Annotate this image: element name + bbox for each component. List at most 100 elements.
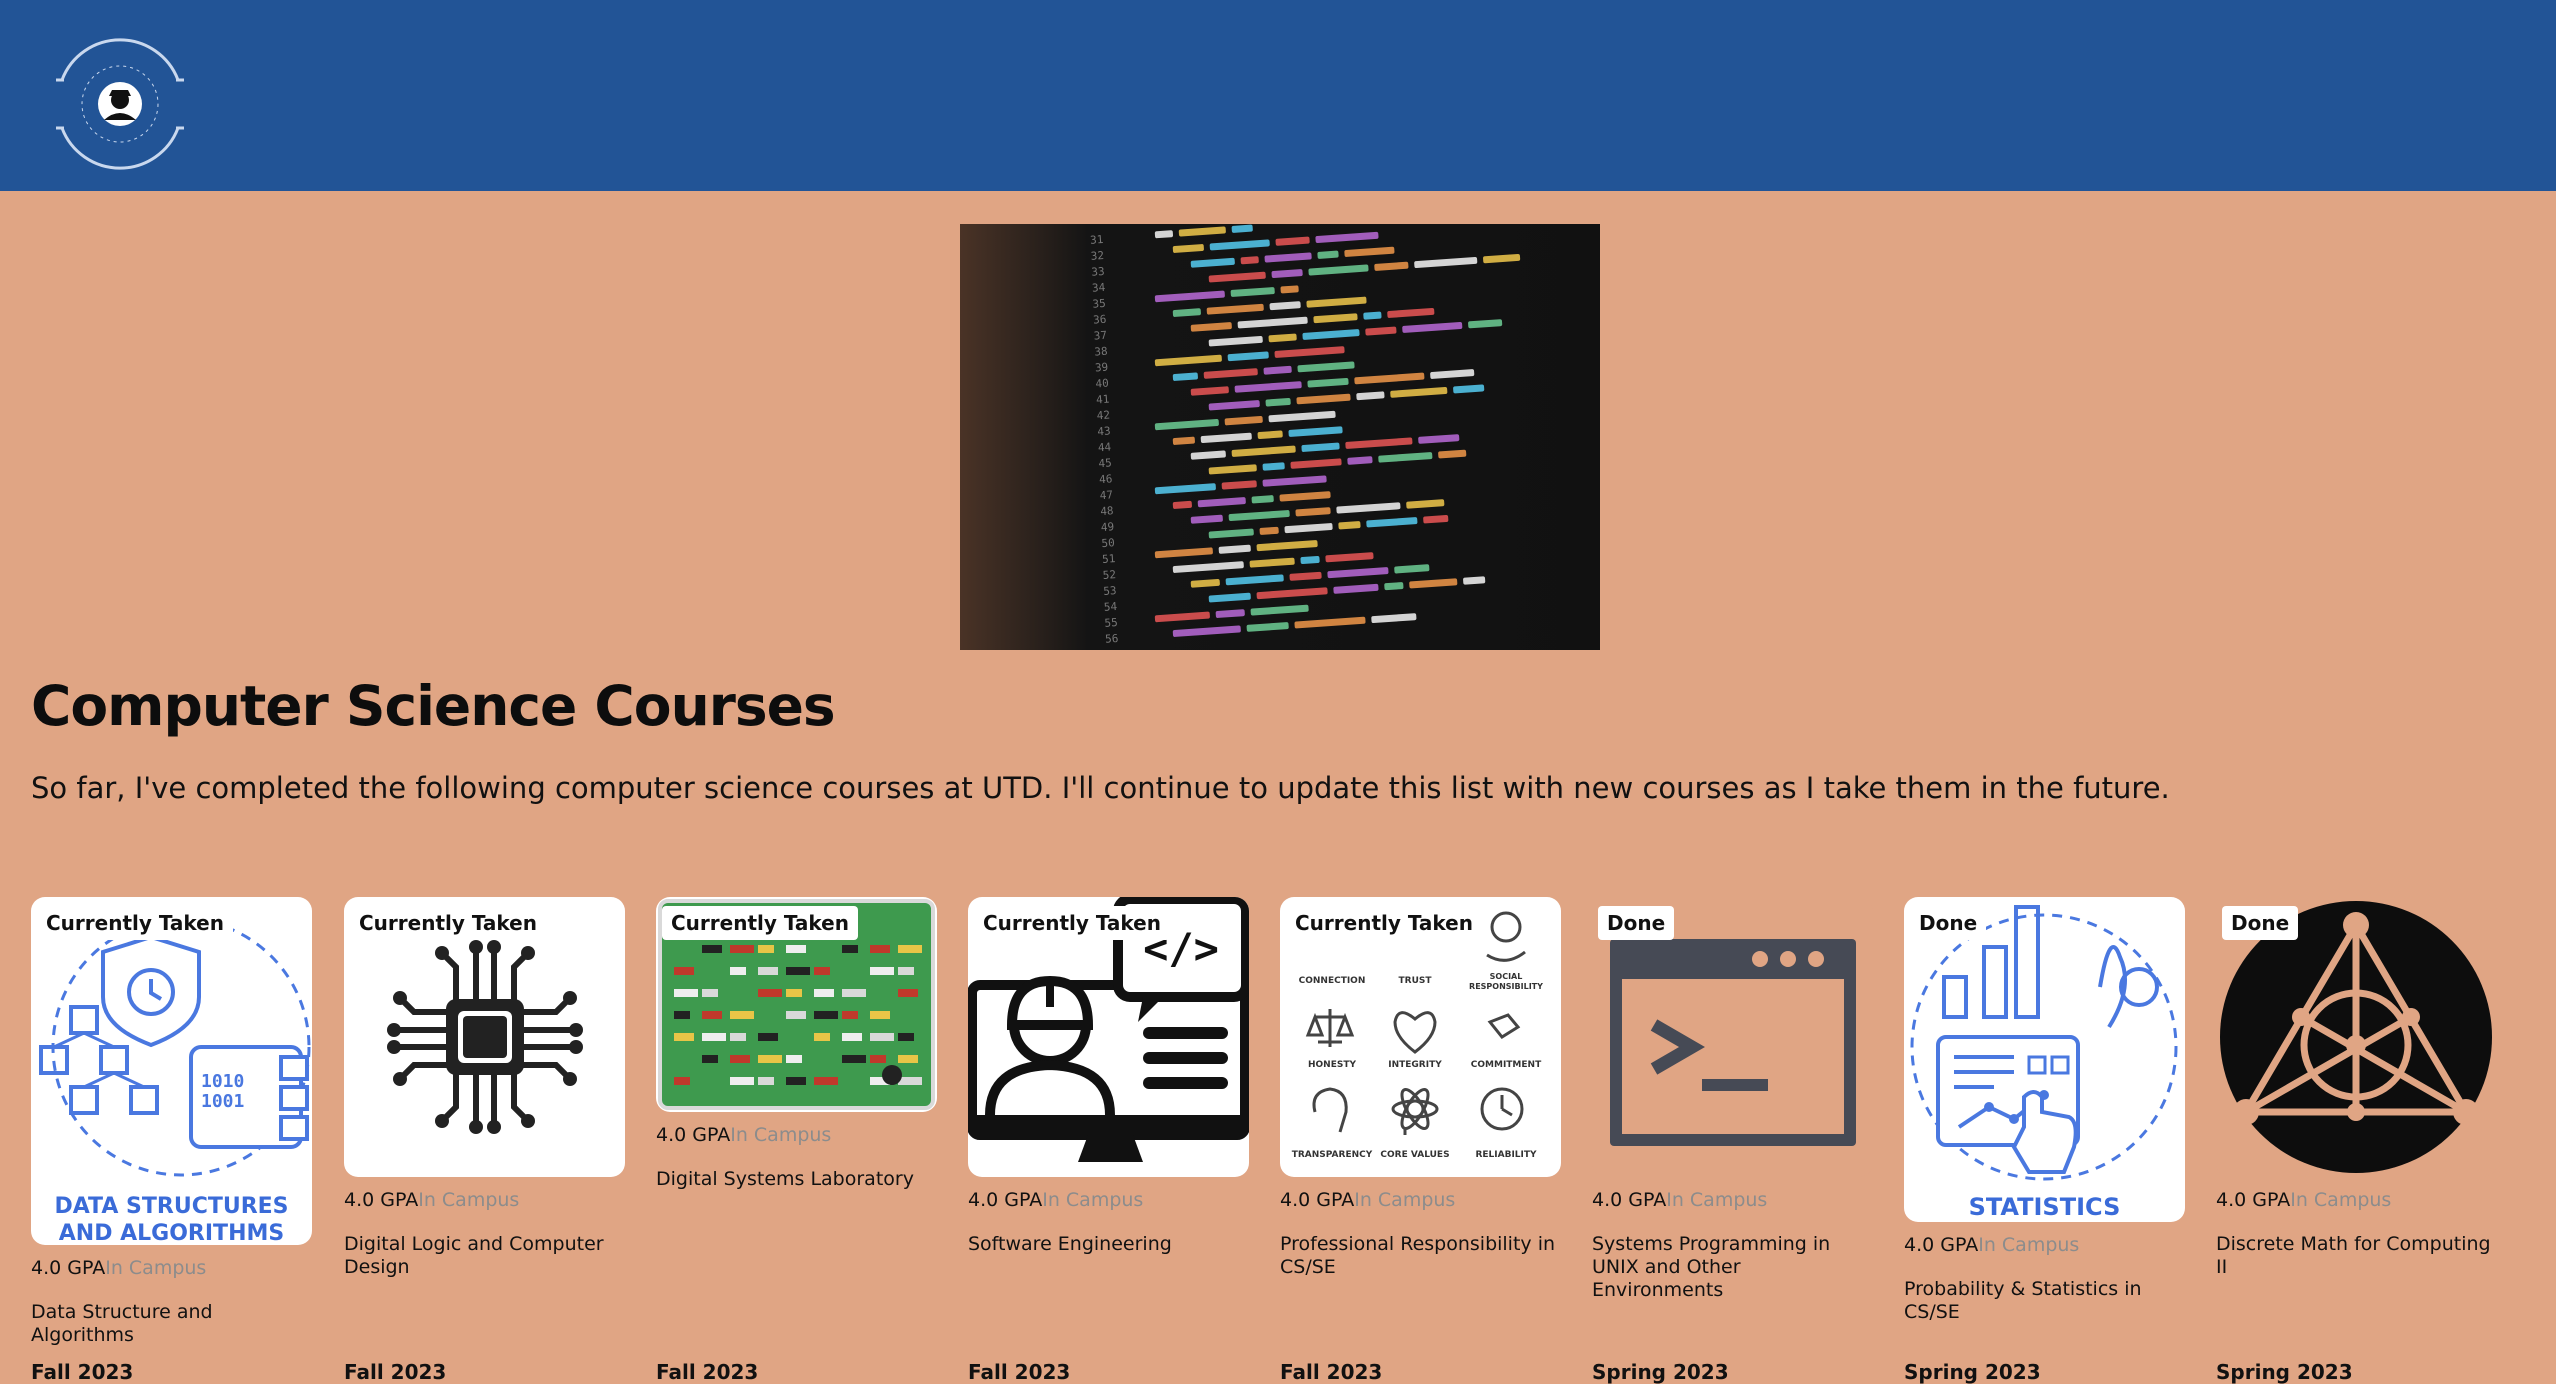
location-label: In Campus (730, 1124, 832, 1146)
term-label: Fall 2023 (344, 1360, 447, 1384)
location-label: In Campus (105, 1257, 207, 1279)
value-label: INTEGRITY (1388, 1060, 1442, 1070)
svg-text:40: 40 (1095, 377, 1109, 391)
gpa-label: 4.0 GPA (1280, 1189, 1355, 1211)
svg-text:43: 43 (1097, 424, 1111, 438)
svg-text:33: 33 (1091, 265, 1105, 279)
status-badge: Currently Taken (662, 906, 858, 940)
value-label: TRANSPARENCY (1292, 1150, 1373, 1160)
svg-text:32: 32 (1090, 249, 1104, 263)
location-label: In Campus (1354, 1189, 1456, 1211)
svg-text:56: 56 (1105, 632, 1119, 646)
svg-text:53: 53 (1103, 584, 1117, 598)
course-meta: 4.0 GPAIn Campus (656, 1124, 937, 1146)
course-thumbnail: Done (2216, 897, 2497, 1177)
course-meta: 4.0 GPAIn Campus (1280, 1189, 1561, 1211)
course-thumbnail: Done (1592, 897, 1873, 1177)
svg-text:1001: 1001 (201, 1091, 244, 1112)
svg-text:52: 52 (1102, 568, 1116, 582)
term-label: Fall 2023 (656, 1360, 759, 1384)
svg-text:39: 39 (1095, 361, 1109, 375)
term-label: Fall 2023 (31, 1360, 134, 1384)
status-badge: Currently Taken (1286, 906, 1482, 940)
location-label: In Campus (418, 1189, 520, 1211)
value-label: CORE VALUES (1380, 1150, 1449, 1160)
status-badge: Done (2222, 906, 2299, 940)
svg-text:54: 54 (1103, 600, 1117, 614)
svg-text:35: 35 (1092, 297, 1106, 311)
course-card[interactable]: STATISTICS Done 4.0 GPAIn Campus Probabi… (1904, 897, 2185, 1324)
location-label: In Campus (1978, 1234, 2080, 1256)
status-badge: Currently Taken (37, 906, 233, 940)
value-label: RELIABILITY (1475, 1150, 1537, 1160)
term-label: Spring 2023 (2216, 1360, 2353, 1384)
course-name[interactable]: Professional Responsibility in CS/SE (1280, 1233, 1561, 1279)
svg-text:45: 45 (1098, 456, 1112, 470)
gpa-label: 4.0 GPA (1904, 1234, 1979, 1256)
hero-code-image: 31 32 33 34 35 36 37 38 39 40 41 42 43 44 45 46 47 48 49 50… (960, 224, 1600, 650)
course-card[interactable]: 1010 1001 DATA STRUCTURES AND ALGORITHMS… (31, 897, 312, 1347)
course-thumbnail: CONNECTION TRUST SOCIAL RESPONSIBILITY H… (1280, 897, 1561, 1177)
svg-text:49: 49 (1100, 520, 1114, 534)
svg-text:41: 41 (1096, 393, 1110, 407)
svg-text:50: 50 (1101, 536, 1115, 550)
course-meta: 4.0 GPAIn Campus (2216, 1189, 2497, 1211)
course-image-caption: STATISTICS (1968, 1193, 2121, 1221)
status-badge: Done (1910, 906, 1987, 940)
course-image-caption: DATA STRUCTURES AND ALGORITHMS (54, 1194, 289, 1245)
course-card[interactable]: Done 4.0 GPAIn Campus Discrete Math for … (2216, 897, 2497, 1279)
term-label: Spring 2023 (1592, 1360, 1729, 1384)
course-thumbnail: Currently Taken (656, 897, 937, 1112)
course-name[interactable]: Digital Systems Laboratory (656, 1168, 937, 1191)
svg-text:1010: 1010 (201, 1071, 244, 1092)
course-meta: 4.0 GPAIn Campus (344, 1189, 625, 1211)
svg-text:36: 36 (1093, 313, 1107, 327)
course-name[interactable]: Systems Programming in UNIX and Other En… (1592, 1233, 1873, 1302)
intro-text: So far, I've completed the following com… (31, 771, 2170, 805)
course-card[interactable]: </> Currently Taken 4.0 GPAIn Campus Sof… (968, 897, 1249, 1256)
gpa-label: 4.0 GPA (656, 1124, 731, 1146)
course-card[interactable]: Currently Taken 4.0 GPAIn Campus Digital… (656, 897, 937, 1191)
gpa-label: 4.0 GPA (1592, 1189, 1667, 1211)
course-card[interactable]: CONNECTION TRUST SOCIAL RESPONSIBILITY H… (1280, 897, 1561, 1279)
svg-text:48: 48 (1100, 504, 1114, 518)
value-label: COMMITMENT (1471, 1060, 1542, 1070)
svg-text:42: 42 (1096, 408, 1110, 422)
value-label: HONESTY (1308, 1060, 1356, 1070)
term-label: Spring 2023 (1904, 1360, 2041, 1384)
value-label: TRUST (1399, 976, 1433, 986)
course-thumbnail: STATISTICS Done (1904, 897, 2185, 1222)
status-badge: Done (1598, 906, 1675, 940)
location-label: In Campus (2290, 1189, 2392, 1211)
course-name[interactable]: Probability & Statistics in CS/SE (1904, 1278, 2185, 1324)
page-title: Computer Science Courses (31, 674, 836, 738)
svg-text:47: 47 (1099, 488, 1113, 502)
course-name[interactable]: Data Structure and Algorithms (31, 1301, 312, 1347)
course-name[interactable]: Software Engineering (968, 1233, 1249, 1256)
status-badge: Currently Taken (974, 906, 1170, 940)
course-name[interactable]: Digital Logic and Computer Design (344, 1233, 625, 1279)
course-thumbnail: </> Currently Taken (968, 897, 1249, 1177)
course-meta: 4.0 GPAIn Campus (968, 1189, 1249, 1211)
logo[interactable] (52, 30, 188, 178)
svg-text:SOCIAL: SOCIAL (1490, 972, 1523, 981)
site-header (0, 0, 2556, 191)
course-card[interactable]: Currently Taken 4.0 GPAIn Campus Digital… (344, 897, 625, 1279)
course-card[interactable]: Done 4.0 GPAIn Campus Systems Programmin… (1592, 897, 1873, 1302)
course-meta: 4.0 GPAIn Campus (1592, 1189, 1873, 1211)
gpa-label: 4.0 GPA (344, 1189, 419, 1211)
svg-text:38: 38 (1094, 345, 1108, 359)
gpa-label: 4.0 GPA (2216, 1189, 2291, 1211)
gpa-label: 4.0 GPA (31, 1257, 106, 1279)
logo-emblem-icon (56, 38, 184, 170)
value-label: CONNECTION (1299, 976, 1366, 986)
course-thumbnail: 1010 1001 DATA STRUCTURES AND ALGORITHMS… (31, 897, 312, 1245)
course-thumbnail: Currently Taken (344, 897, 625, 1177)
location-label: In Campus (1666, 1189, 1768, 1211)
svg-text:31: 31 (1090, 233, 1104, 247)
statistics-icon (1910, 905, 2178, 1181)
course-name[interactable]: Discrete Math for Computing II (2216, 1233, 2497, 1279)
svg-text:51: 51 (1102, 552, 1116, 566)
status-badge: Currently Taken (350, 906, 546, 940)
svg-text:RESPONSIBILITY: RESPONSIBILITY (1469, 982, 1543, 991)
